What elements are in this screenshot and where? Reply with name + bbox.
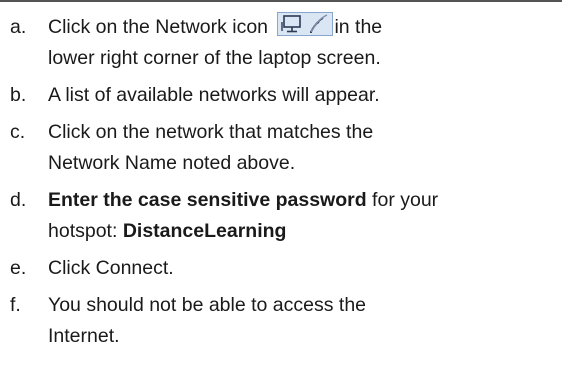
step-letter: e. [10, 257, 27, 279]
step-text-line2: hotspot: [48, 220, 123, 242]
step-text: Click on the Network icon [48, 16, 269, 38]
step-text: You should not be able to access the [48, 294, 367, 316]
network-wifi-icon [277, 12, 334, 36]
step-text: in the [334, 16, 383, 38]
step-d: d. Enter the case sensitive password for… [0, 185, 562, 247]
instruction-list: a. Click on the Network icon in the lowe… [0, 12, 562, 358]
top-rule [0, 0, 562, 2]
step-e: e. Click Connect. [0, 253, 562, 284]
step-c: c. Click on the network that matches the… [0, 117, 562, 179]
step-text-line2: Network Name noted above. [48, 152, 296, 174]
step-letter: a. [10, 16, 27, 38]
step-text: for your [366, 189, 439, 211]
step-text: A list of available networks will appear… [48, 84, 380, 106]
step-letter: b. [10, 84, 27, 106]
password-value: DistanceLearning [122, 220, 287, 242]
step-letter: d. [10, 189, 27, 211]
step-text: Click on the network that matches the [48, 121, 374, 143]
step-f: f. You should not be able to access the … [0, 290, 562, 352]
step-a: a. Click on the Network icon in the lowe… [0, 12, 562, 74]
step-letter: c. [10, 121, 26, 143]
step-b: b. A list of available networks will app… [0, 80, 562, 111]
step-text-line2: lower right corner of the laptop screen. [48, 47, 381, 69]
step-bold-text: Enter the case sensitive password [48, 189, 367, 211]
step-text: Click Connect. [48, 257, 174, 279]
step-letter: f. [10, 294, 21, 316]
step-text-line2: Internet. [48, 325, 120, 347]
